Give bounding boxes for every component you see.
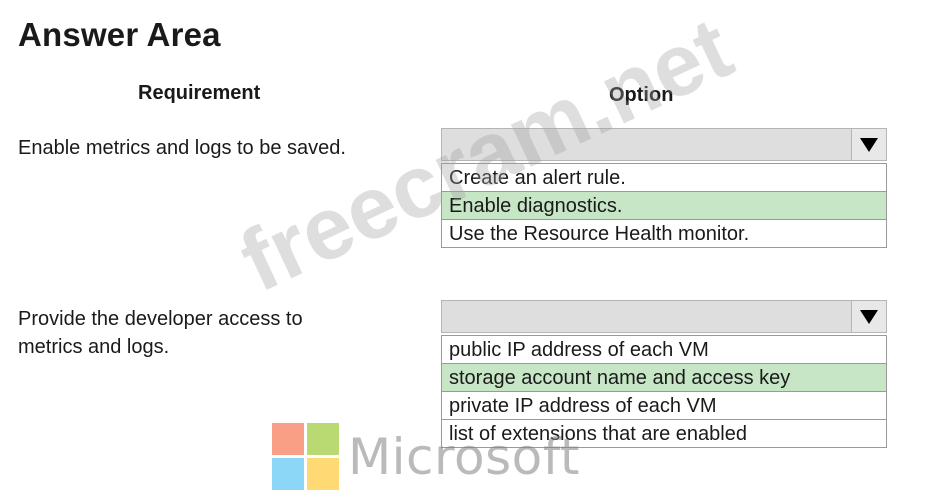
dropdown-2-option-private-ip[interactable]: private IP address of each VM bbox=[442, 391, 886, 419]
microsoft-squares-icon bbox=[272, 423, 340, 491]
answer-area-title: Answer Area bbox=[18, 16, 221, 53]
dropdown-1-selector[interactable] bbox=[441, 128, 887, 161]
dropdown-2-option-public-ip[interactable]: public IP address of each VM bbox=[442, 335, 886, 363]
requirement-2-line-1: Provide the developer access to bbox=[18, 308, 303, 330]
microsoft-logo: Microsoft bbox=[272, 423, 580, 491]
dropdown-2-option-storage-account[interactable]: storage account name and access key bbox=[442, 363, 886, 391]
dropdown-1-option-resource-health-monitor[interactable]: Use the Resource Health monitor. bbox=[442, 219, 886, 247]
triangle-down-icon bbox=[860, 137, 878, 152]
option-header: Option bbox=[609, 84, 674, 106]
requirement-1: Enable metrics and logs to be saved. bbox=[18, 137, 346, 159]
microsoft-wordmark: Microsoft bbox=[348, 428, 581, 486]
dropdown-1-option-create-alert-rule[interactable]: Create an alert rule. bbox=[442, 163, 886, 191]
requirement-2-line-2: metrics and logs. bbox=[18, 336, 170, 358]
requirement-2: Provide the developer access to metrics … bbox=[18, 305, 378, 361]
dropdown-2-toggle[interactable] bbox=[851, 301, 886, 332]
triangle-down-icon bbox=[860, 309, 878, 324]
dropdown-1-options: Create an alert rule. Enable diagnostics… bbox=[441, 163, 887, 248]
requirement-header: Requirement bbox=[138, 82, 261, 104]
option-dropdown-1[interactable]: Create an alert rule. Enable diagnostics… bbox=[441, 128, 887, 248]
dropdown-1-option-enable-diagnostics[interactable]: Enable diagnostics. bbox=[442, 191, 886, 219]
dropdown-2-selector[interactable] bbox=[441, 300, 887, 333]
dropdown-1-toggle[interactable] bbox=[851, 129, 886, 160]
